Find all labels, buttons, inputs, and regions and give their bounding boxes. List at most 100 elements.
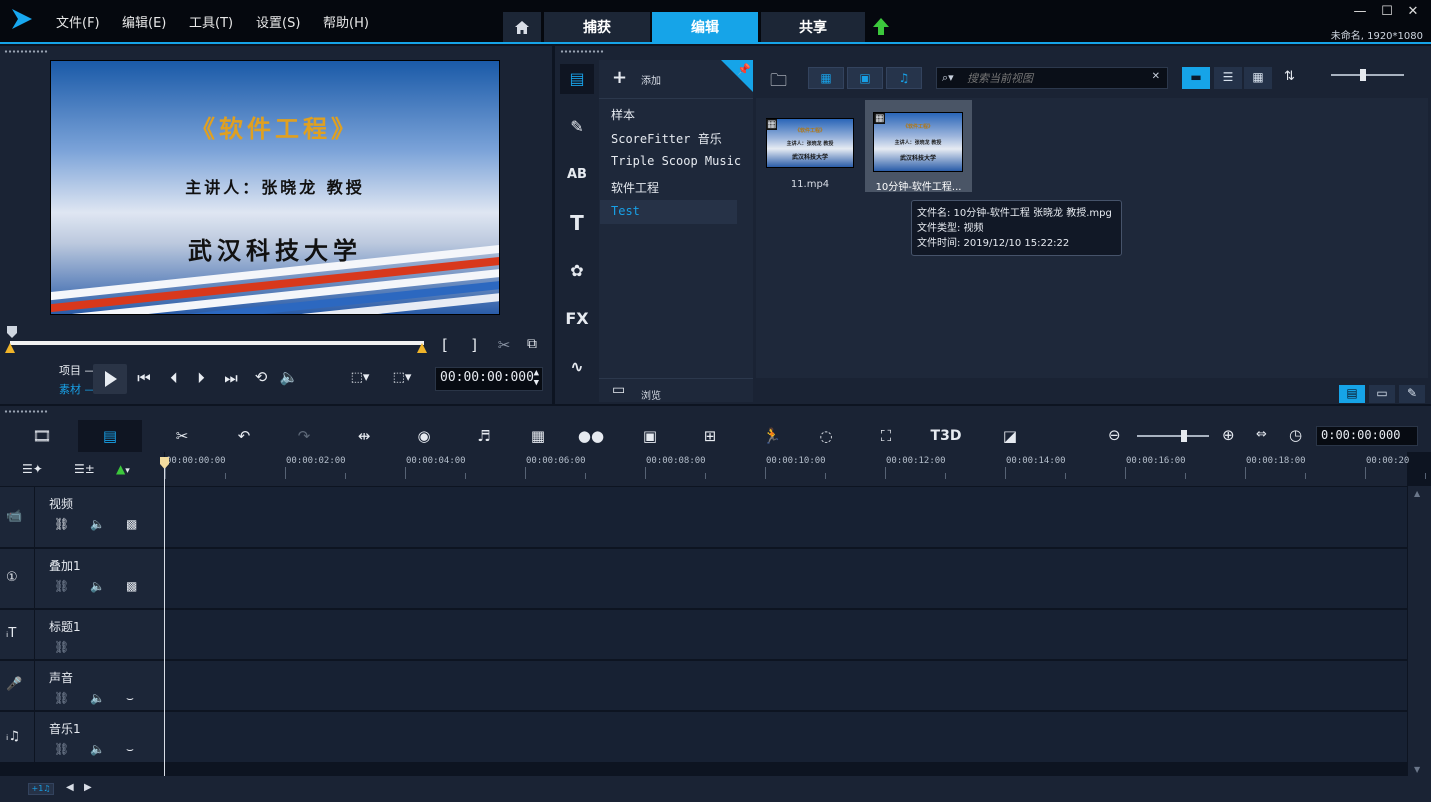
player-grip[interactable]	[4, 50, 48, 53]
enlarge-preview-icon[interactable]: ⧉	[522, 336, 542, 352]
grid-view-button[interactable]: ▦	[1244, 67, 1272, 89]
split-screen-icon[interactable]: ◪	[990, 425, 1030, 447]
mark-out-button[interactable]: ]	[468, 336, 480, 354]
browse-label[interactable]: 浏览	[641, 387, 661, 402]
menu-settings[interactable]: 设置(S)	[256, 12, 300, 31]
maximize-button[interactable]: ☐	[1379, 4, 1395, 20]
track-volume-icon[interactable]: 🔈	[90, 691, 105, 705]
scroll-down-icon[interactable]: ▼	[1414, 765, 1420, 774]
enable-ripple-icon[interactable]: ▲▾	[116, 462, 130, 476]
menu-help[interactable]: 帮助(H)	[323, 12, 369, 31]
slider-thumb[interactable]	[1360, 69, 1366, 81]
link-icon[interactable]: ⛓	[54, 691, 69, 705]
mode-project[interactable]: 项目 —	[59, 362, 96, 378]
fit-project-icon[interactable]: ⇔	[1256, 427, 1267, 442]
track-lane[interactable]	[165, 712, 1407, 763]
scroll-up-icon[interactable]: ▲	[1414, 489, 1420, 498]
3d-title-editor-icon[interactable]: T3D	[926, 425, 966, 447]
player-timecode[interactable]: 00:00:00:000 ▲ ▼	[435, 367, 543, 391]
add-folder-label[interactable]: 添加	[641, 72, 661, 87]
music-track-icon[interactable]: ᵢ♫	[6, 729, 20, 744]
preview-screen[interactable]: 《软件工程》 主讲人：张晓龙 教授 武汉科技大学	[50, 60, 500, 315]
graphics-icon[interactable]: ✿	[560, 256, 594, 286]
track-lane[interactable]	[165, 549, 1407, 609]
home-button[interactable]	[503, 12, 541, 42]
library-panel-mode-button[interactable]: ▤	[1339, 385, 1365, 403]
link-icon[interactable]: ⛓	[54, 640, 69, 654]
clear-search-icon[interactable]: ✕	[1152, 71, 1160, 82]
show-photo-button[interactable]: ▣	[847, 67, 883, 89]
media-library-icon[interactable]: ▤	[560, 64, 594, 94]
zoom-out-icon[interactable]: ⊖	[1108, 426, 1121, 444]
fit-width-icon[interactable]: ⇹	[344, 425, 384, 447]
timeline-grip[interactable]	[4, 410, 48, 413]
thumbnail-size-slider[interactable]	[1331, 74, 1404, 76]
add-chapter-icon[interactable]: ☰±	[74, 462, 95, 476]
timeline-ruler[interactable]: 00:00:00:00 00:00:02:00 00:00:04:00 00:00:0…	[165, 452, 1426, 486]
minimize-button[interactable]: —	[1352, 4, 1368, 20]
folder-item-test[interactable]: Test	[611, 204, 640, 218]
transparency-icon[interactable]: ▩	[126, 517, 137, 531]
upload-icon[interactable]	[872, 17, 890, 40]
sound-mixer-icon[interactable]: ♬	[464, 425, 504, 447]
track-lane[interactable]	[165, 487, 1407, 548]
track-header[interactable]: ① 叠加1 ⛓ 🔈 ▩	[0, 549, 164, 609]
menu-file[interactable]: 文件(F)	[56, 12, 100, 31]
track-volume-icon[interactable]: 🔈	[90, 517, 105, 531]
close-button[interactable]: ✕	[1405, 4, 1421, 20]
tab-edit[interactable]: 编辑	[652, 12, 758, 42]
storyboard-view-icon[interactable]: 🎞	[22, 425, 62, 447]
filter-fx-icon[interactable]: FX	[560, 304, 594, 334]
voice-track-icon[interactable]: 🎤	[6, 677, 22, 692]
list-view-button[interactable]: ☰	[1214, 67, 1242, 89]
show-audio-button[interactable]: ♫	[886, 67, 922, 89]
track-header[interactable]: 📹 视频 ⛓ 🔈 ▩	[0, 487, 164, 548]
thumbnail-view-button[interactable]: ▬	[1182, 67, 1210, 89]
redo-icon[interactable]: ↷	[284, 425, 324, 447]
track-header[interactable]: ᵢT 标题1 ⛓	[0, 610, 164, 660]
folder-item[interactable]: 软件工程	[611, 179, 659, 196]
menu-tools[interactable]: 工具(T)	[189, 12, 233, 31]
scrubber-handle[interactable]	[6, 325, 18, 342]
transparency-icon[interactable]: ▩	[126, 579, 137, 593]
options-panel-button[interactable]: ▭	[1369, 385, 1395, 403]
undo-icon[interactable]: ↶	[224, 425, 264, 447]
title-track-icon[interactable]: ᵢT	[6, 626, 16, 641]
folder-item[interactable]: Triple Scoop Music	[611, 154, 741, 168]
track-volume-icon[interactable]: 🔈	[90, 742, 105, 756]
timeline-timecode[interactable]: 0:00:00:000	[1316, 426, 1418, 446]
track-lane[interactable]	[165, 610, 1407, 660]
auto-music-icon[interactable]: ▦	[518, 425, 558, 447]
audio-wave-icon[interactable]: ⌣	[126, 691, 134, 706]
repeat-icon[interactable]: ⟲	[250, 368, 272, 386]
tab-capture[interactable]: 捕获	[544, 12, 650, 42]
multi-camera-icon[interactable]: ⊞	[690, 425, 730, 447]
mode-clip[interactable]: 素材 —	[59, 381, 96, 397]
title-icon[interactable]: T	[560, 208, 594, 238]
end-icon[interactable]: ⏭	[221, 369, 241, 387]
video-track-icon[interactable]: 📹	[6, 509, 22, 524]
vertical-scrollbar[interactable]	[1408, 486, 1431, 776]
instant-project-icon[interactable]: ✎	[560, 112, 594, 142]
folder-item[interactable]: 样本	[611, 106, 635, 123]
import-media-icon[interactable]: 🗀	[770, 68, 787, 97]
volume-icon[interactable]: 🔈	[278, 368, 300, 386]
library-grip[interactable]	[560, 50, 604, 53]
track-header[interactable]: ᵢ♫ 音乐1 ⛓ 🔈 ⌣	[0, 712, 164, 763]
item-thumbnail[interactable]: 《软件工程》 主讲人：张晓龙 教授 武汉科技大学	[766, 118, 854, 168]
pan-zoom-icon[interactable]: ⛶	[866, 425, 906, 447]
add-track-button[interactable]: +1♫	[28, 783, 54, 795]
track-lane[interactable]	[165, 661, 1407, 711]
menu-edit[interactable]: 编辑(E)	[122, 12, 166, 31]
library-item[interactable]: 《软件工程》 主讲人：张晓龙 教授 武汉科技大学 ▦ 11.mp4	[762, 104, 858, 192]
mask-creator-icon[interactable]: ◌	[806, 425, 846, 447]
track-volume-icon[interactable]: 🔈	[90, 579, 105, 593]
sort-icon[interactable]: ⇅	[1284, 69, 1295, 84]
play-button[interactable]	[93, 364, 127, 394]
path-icon[interactable]: ∿	[560, 352, 594, 382]
zoom-slider[interactable]	[1137, 435, 1209, 437]
trim-bar[interactable]	[10, 341, 424, 345]
track-header[interactable]: 🎤 声音 ⛓ 🔈 ⌣	[0, 661, 164, 711]
scroll-left-icon[interactable]: ◀	[66, 782, 74, 793]
add-folder-icon[interactable]: +	[612, 67, 627, 88]
